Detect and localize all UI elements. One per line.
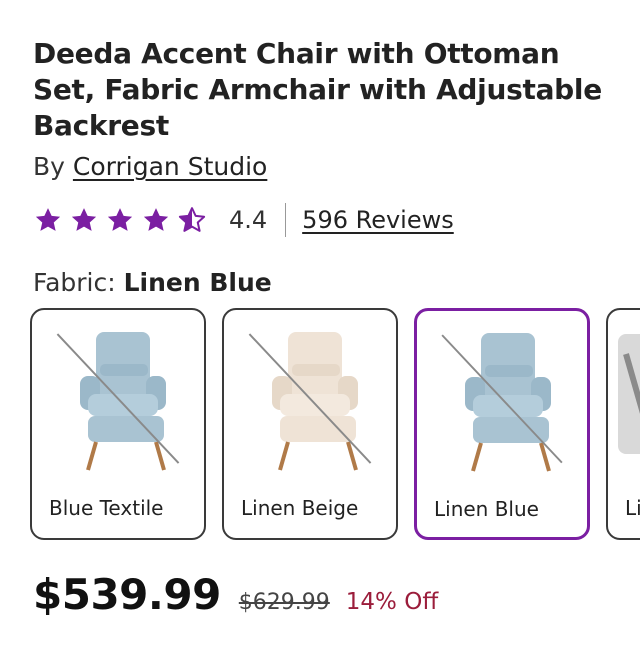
sale-price: $539.99 xyxy=(33,570,221,619)
original-price: $629.99 xyxy=(238,590,330,615)
fabric-swatch-partial[interactable]: Li xyxy=(606,308,640,540)
fabric-label: Fabric: Linen Blue xyxy=(33,266,272,300)
fabric-swatch-blue-textile[interactable]: Blue Textile xyxy=(30,308,206,540)
star-rating[interactable] xyxy=(33,205,207,235)
fabric-swatch-label: Linen Beige xyxy=(241,496,359,520)
fabric-swatch-label: Linen Blue xyxy=(434,497,539,521)
fabric-selected-value: Linen Blue xyxy=(123,268,272,297)
fabric-swatch-linen-blue[interactable]: Linen Blue xyxy=(414,308,590,540)
half-star-icon xyxy=(178,207,206,232)
discount-badge: 14% Off xyxy=(345,589,439,615)
star-icon xyxy=(71,208,97,231)
chair-thumbnail xyxy=(618,334,640,454)
fabric-swatch-label: Li xyxy=(625,496,640,520)
fabric-swatch-linen-beige[interactable]: Linen Beige xyxy=(222,308,398,540)
rating-row: 4.4 596 Reviews xyxy=(33,200,454,240)
fabric-swatch-list: Blue Textile Linen Beige Linen Blue Li xyxy=(30,308,640,544)
brand-byline: By Corrigan Studio xyxy=(33,150,267,184)
fabric-swatch-label: Blue Textile xyxy=(49,496,164,520)
price-row: $539.99 $629.99 14% Off xyxy=(33,570,438,626)
brand-link[interactable]: Corrigan Studio xyxy=(73,152,267,181)
product-title: Deeda Accent Chair with Ottoman Set, Fab… xyxy=(33,37,602,142)
star-icon xyxy=(107,208,133,231)
fabric-label-prefix: Fabric: xyxy=(33,268,116,297)
star-icon xyxy=(143,208,169,231)
rating-divider xyxy=(285,203,287,237)
star-icon xyxy=(35,208,61,231)
by-prefix: By xyxy=(33,152,65,181)
rating-value: 4.4 xyxy=(229,206,268,234)
reviews-link[interactable]: 596 Reviews xyxy=(302,206,454,234)
